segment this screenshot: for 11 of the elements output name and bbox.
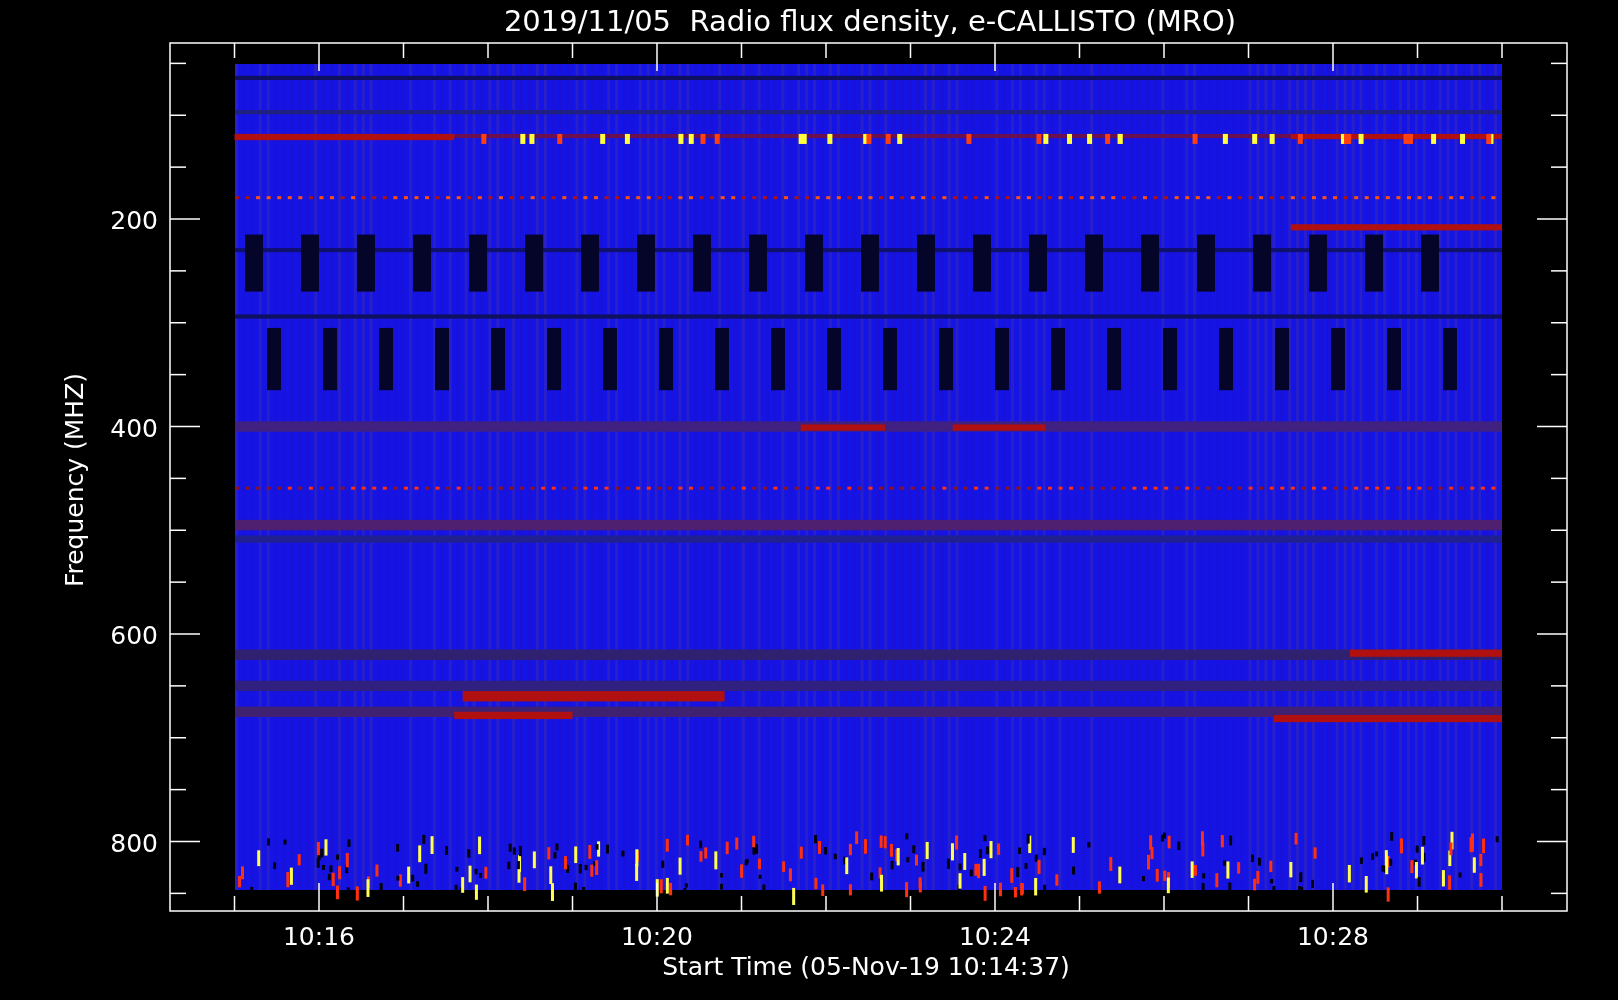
- y-tick-label: 400: [110, 413, 158, 443]
- x-tick-label: 10:20: [621, 922, 693, 951]
- x-tick-label: 10:16: [283, 922, 355, 951]
- x-tick-label: 10:28: [1297, 922, 1369, 951]
- x-tick-label: 10:24: [959, 922, 1031, 951]
- y-tick-label: 200: [110, 206, 158, 235]
- y-tick-label: 600: [110, 621, 158, 650]
- y-tick-label: 800: [110, 828, 158, 858]
- x-axis-title: Start Time (05-Nov-19 10:14:37): [662, 952, 1070, 981]
- chart-title: 2019/11/05 Radio flux density, e-CALLISTO (MRO): [503, 4, 1237, 38]
- y-axis-title: Frequency (MHZ): [60, 372, 89, 588]
